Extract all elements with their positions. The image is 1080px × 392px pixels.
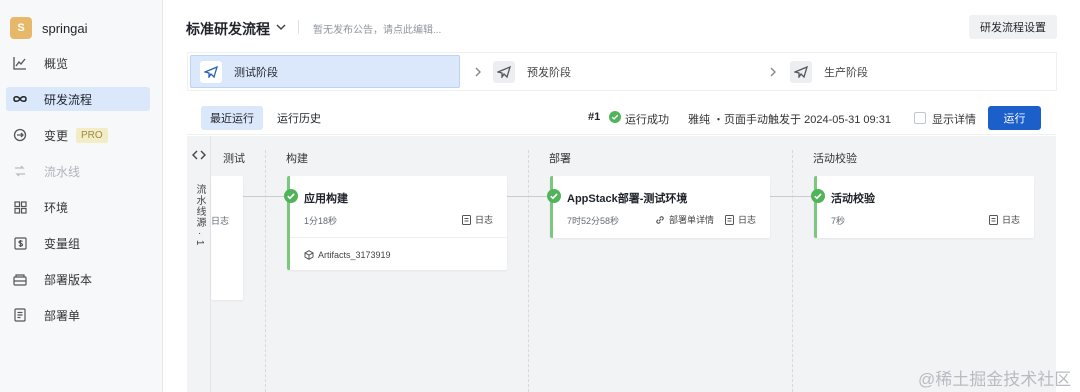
topbar: 标准研发流程 暂无发布公告，请点此编辑... 研发流程设置	[163, 0, 1080, 52]
stage-flag-icon	[200, 60, 222, 83]
code-brackets-icon[interactable]	[192, 148, 206, 162]
job-title[interactable]: 活动校验	[831, 190, 875, 206]
app-avatar: S	[10, 17, 32, 39]
check-circle-icon	[547, 189, 561, 203]
source-panel: 流水线源 · 1	[187, 136, 211, 392]
log-link-label: 日志	[738, 215, 757, 225]
pipeline-connector	[770, 196, 814, 197]
sidebar-item-deploy-orders[interactable]: 部署单	[6, 303, 150, 327]
stage-test[interactable]: 测试阶段	[190, 55, 460, 88]
chevron-right-icon	[474, 66, 484, 78]
job-duration: 7秒	[831, 216, 846, 226]
log-link[interactable]: 日志	[989, 213, 1020, 226]
stage-flag-icon	[493, 60, 515, 83]
check-circle-icon	[609, 111, 621, 123]
document-icon	[12, 307, 28, 323]
stage-label: 测试阶段	[234, 66, 278, 79]
sidebar-item-environments[interactable]: 环境	[6, 195, 150, 219]
sidebar-item-label: 部署版本	[44, 272, 93, 287]
deploy-detail-label: 部署单详情	[669, 215, 715, 225]
sidebar-item-label: 变更	[44, 128, 69, 143]
deploy-detail-link[interactable]: 部署单详情	[655, 213, 714, 226]
run-bar: 最近运行 运行历史 #1 运行成功 雅纯 ・页面手动触发于 2024-05-31…	[187, 99, 1056, 135]
job-title[interactable]: 应用构建	[304, 190, 348, 206]
column-title-deploy: 部署	[549, 153, 571, 165]
sidebar-item-overview[interactable]: 概览	[6, 51, 150, 75]
pipeline-icon	[12, 163, 28, 179]
sidebar-item-deploy-versions[interactable]: 部署版本	[6, 267, 150, 291]
job-card-deploy[interactable]: AppStack部署-测试环境 7时52分58秒 部署单详情 日志	[547, 176, 770, 238]
run-button[interactable]: 运行	[988, 106, 1041, 130]
sidebar-item-dev-flow[interactable]: 研发流程	[6, 87, 150, 111]
run-status: 运行成功	[625, 114, 669, 126]
package-icon	[12, 271, 28, 287]
log-link-label: 日志	[475, 215, 494, 225]
job-card-verify[interactable]: 活动校验 7秒 日志	[811, 176, 1034, 238]
pro-badge: PRO	[76, 127, 108, 143]
line-chart-icon	[12, 55, 28, 71]
sidebar-item-label: 流水线	[44, 164, 81, 179]
log-link[interactable]: 日志	[725, 213, 756, 226]
job-card-test[interactable]: 日志	[211, 176, 243, 300]
sidebar: S springai 概览 研发流程 变更 PRO 流水线 环境 变量组 部署版…	[0, 0, 163, 392]
chevron-down-icon[interactable]	[274, 20, 288, 34]
stage-prod[interactable]: 生产阶段	[790, 55, 1050, 88]
pipeline-connector	[243, 196, 287, 197]
sidebar-item-label: 研发流程	[44, 92, 93, 107]
job-duration: 1分18秒	[304, 216, 338, 226]
artifact-link[interactable]: Artifacts_3173919	[304, 250, 391, 260]
check-circle-icon	[811, 189, 825, 203]
variable-icon	[12, 235, 28, 251]
stage-bar: 测试阶段 预发阶段 生产阶段	[187, 52, 1057, 91]
sidebar-item-label: 环境	[44, 200, 69, 215]
run-trigger-info: 雅纯 ・页面手动触发于 2024-05-31 09:31	[688, 114, 891, 126]
job-duration: 7时52分58秒	[567, 216, 620, 226]
stage-label: 生产阶段	[824, 66, 868, 79]
log-link-label: 日志	[1002, 215, 1021, 225]
grid-icon	[12, 199, 28, 215]
watermark: @稀土掘金技术社区	[918, 370, 1072, 389]
sidebar-item-label: 变量组	[44, 236, 81, 251]
sidebar-item-variable-groups[interactable]: 变量组	[6, 231, 150, 255]
log-link[interactable]: 日志	[211, 214, 229, 227]
app-name: springai	[42, 20, 88, 36]
pipeline-connector	[507, 196, 550, 197]
flow-settings-button[interactable]: 研发流程设置	[969, 15, 1057, 39]
infinity-icon	[12, 91, 28, 107]
artifact-label: Artifacts_3173919	[318, 250, 391, 260]
column-divider	[792, 150, 793, 392]
page-title: 标准研发流程	[186, 21, 270, 37]
announcement-notice[interactable]: 暂无发布公告，请点此编辑...	[313, 21, 441, 36]
sidebar-item-pipeline[interactable]: 流水线	[6, 159, 150, 183]
app-header[interactable]: S springai	[10, 16, 88, 40]
sidebar-item-changes[interactable]: 变更 PRO	[6, 123, 150, 147]
log-link[interactable]: 日志	[462, 213, 493, 226]
tab-recent-runs[interactable]: 最近运行	[201, 106, 263, 130]
sidebar-item-label: 概览	[44, 56, 69, 71]
job-title[interactable]: AppStack部署-测试环境	[567, 190, 687, 206]
column-title-test: 测试	[223, 153, 245, 165]
column-title-verify: 活动校验	[813, 153, 857, 165]
title-separator	[298, 20, 299, 34]
card-divider	[290, 237, 507, 238]
run-number: #1	[588, 111, 601, 123]
pipeline-source-label: 流水线源 · 1	[194, 184, 205, 247]
sidebar-item-label: 部署单	[44, 308, 81, 323]
stage-pre[interactable]: 预发阶段	[493, 55, 753, 88]
show-detail-label[interactable]: 显示详情	[932, 111, 976, 127]
column-title-build: 构建	[286, 153, 308, 165]
pipeline-canvas: 流水线源 · 1 测试 构建 部署 活动校验 日志 应用构建 1分18秒 日志 …	[187, 136, 1056, 392]
show-detail-checkbox[interactable]	[914, 112, 926, 124]
changes-icon	[12, 127, 28, 143]
column-divider	[528, 150, 529, 392]
sidebar-nav: 概览 研发流程 变更 PRO 流水线 环境 变量组 部署版本 部署单	[6, 51, 150, 339]
check-circle-icon	[284, 189, 298, 203]
tab-run-history[interactable]: 运行历史	[268, 106, 330, 130]
job-card-build[interactable]: 应用构建 1分18秒 日志 Artifacts_3173919	[284, 176, 507, 270]
stage-flag-icon	[790, 60, 812, 83]
stage-label: 预发阶段	[527, 66, 571, 79]
column-divider	[265, 150, 266, 392]
chevron-right-icon	[769, 66, 779, 78]
